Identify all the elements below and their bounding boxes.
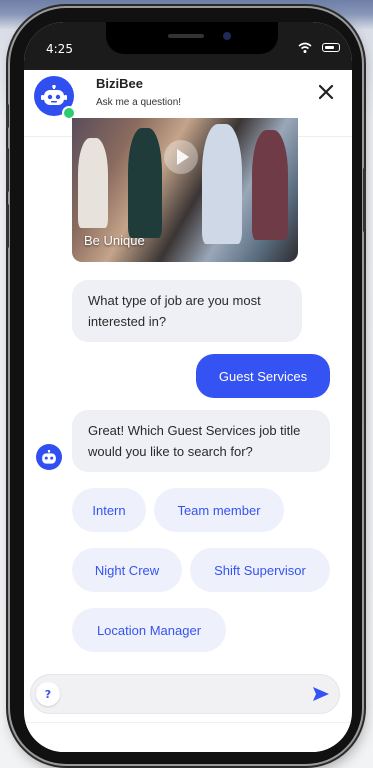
video-caption: Be Unique <box>84 233 145 248</box>
mute-switch <box>6 104 9 128</box>
message-input[interactable] <box>68 682 302 708</box>
status-bar: 4:25 <box>24 22 352 70</box>
robot-icon <box>42 449 56 464</box>
option-chip-location-manager[interactable]: Location Manager <box>72 608 226 652</box>
wifi-icon <box>298 42 312 53</box>
option-chip-intern[interactable]: Intern <box>72 488 146 532</box>
option-chip-night-crew[interactable]: Night Crew <box>72 548 182 592</box>
message-composer: ? <box>30 674 340 714</box>
power-button <box>363 168 366 232</box>
user-message: Guest Services <box>196 354 330 398</box>
send-icon[interactable] <box>312 685 330 703</box>
close-icon[interactable] <box>314 80 338 104</box>
notch <box>106 22 278 54</box>
volume-down-button <box>6 204 9 248</box>
help-button[interactable]: ? <box>36 682 60 706</box>
home-area <box>24 722 352 752</box>
bot-message: What type of job are you most interested… <box>72 280 302 342</box>
battery-icon <box>322 43 340 52</box>
video-figure <box>78 138 108 228</box>
play-icon[interactable] <box>164 140 198 174</box>
phone-screen: 4:25 BiziBee Ask me a question! Be Uniqu… <box>24 22 352 752</box>
status-time: 4:25 <box>46 42 73 56</box>
video-figure <box>128 128 162 238</box>
speaker <box>168 34 204 38</box>
video-figure <box>202 124 242 244</box>
bot-avatar-small <box>36 444 62 470</box>
video-figure <box>252 130 288 240</box>
bot-name: BiziBee <box>96 76 143 91</box>
option-chip-shift-supervisor[interactable]: Shift Supervisor <box>190 548 330 592</box>
bot-message: Great! Which Guest Services job title wo… <box>72 410 330 472</box>
robot-icon <box>41 85 67 105</box>
chat-transcript: Be Unique What type of job are you most … <box>24 118 352 678</box>
option-chip-team-member[interactable]: Team member <box>154 488 284 532</box>
volume-up-button <box>6 148 9 192</box>
bot-subtitle: Ask me a question! <box>96 97 182 108</box>
front-camera <box>223 32 231 40</box>
video-card[interactable]: Be Unique <box>72 118 298 262</box>
